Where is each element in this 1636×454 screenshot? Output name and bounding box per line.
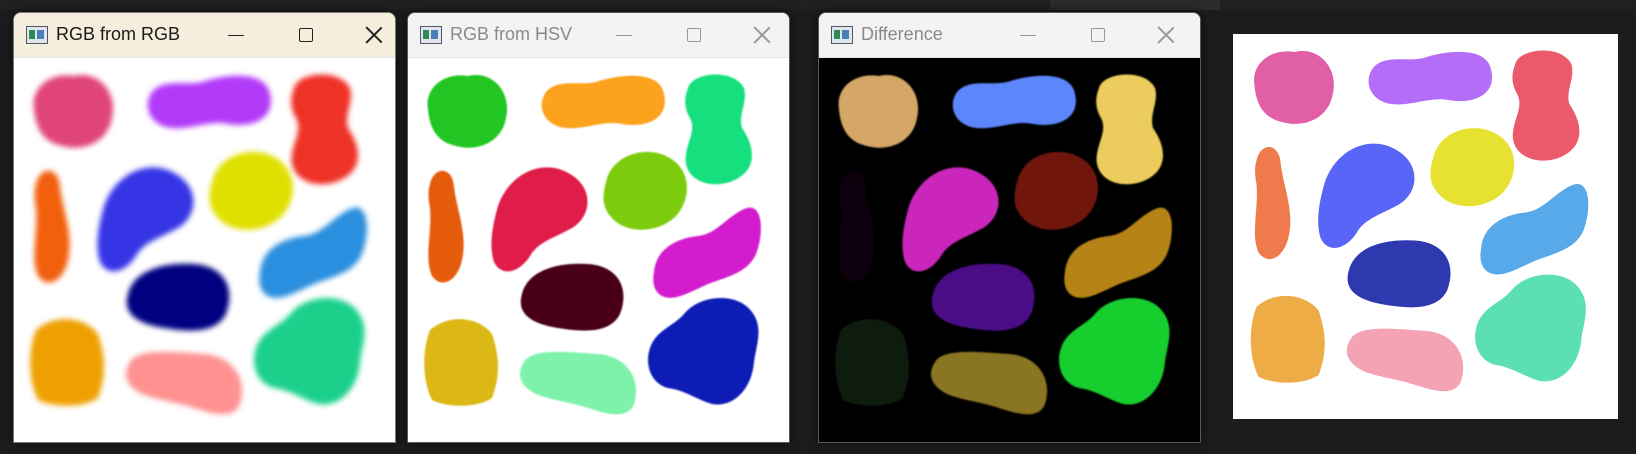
- close-icon: [365, 26, 383, 44]
- blob-image: [14, 58, 395, 442]
- maximize-icon: [687, 28, 701, 42]
- window-rgb-from-hsv[interactable]: RGB from HSV: [407, 12, 790, 443]
- blob-peanut: [685, 74, 752, 185]
- image-canvas: [819, 58, 1200, 442]
- app-icon: [26, 26, 48, 44]
- image-canvas: [14, 58, 395, 442]
- reference-blob-image: [1234, 34, 1617, 419]
- blob-round: [427, 75, 508, 148]
- title-bar[interactable]: RGB from HSV: [408, 13, 789, 58]
- maximize-icon: [1091, 28, 1105, 42]
- reference-image-panel: [1233, 34, 1618, 419]
- maximize-button[interactable]: [1075, 13, 1121, 57]
- close-button[interactable]: [1143, 13, 1189, 57]
- blob-image: [408, 58, 789, 442]
- window-title: RGB from HSV: [450, 24, 573, 44]
- image-canvas: [408, 58, 789, 442]
- maximize-icon: [299, 28, 313, 42]
- maximize-button[interactable]: [671, 13, 717, 57]
- blob-round: [838, 75, 919, 148]
- minimize-button[interactable]: [213, 13, 259, 57]
- background-document-sliver: [1050, 0, 1220, 10]
- app-icon: [420, 26, 442, 44]
- minimize-icon: [616, 34, 632, 36]
- blob-peanut: [1096, 74, 1163, 185]
- blob-round: [33, 75, 114, 148]
- blob-peanut: [1512, 50, 1580, 161]
- close-button[interactable]: [351, 13, 395, 57]
- minimize-button[interactable]: [601, 13, 647, 57]
- close-icon: [1157, 26, 1175, 44]
- window-difference[interactable]: Difference: [818, 12, 1201, 443]
- close-button[interactable]: [739, 13, 785, 57]
- maximize-button[interactable]: [283, 13, 329, 57]
- minimize-button[interactable]: [1005, 13, 1051, 57]
- blob-round: [1254, 51, 1334, 124]
- window-rgb-from-rgb[interactable]: RGB from RGB: [13, 12, 396, 443]
- blob-squircle: [1250, 295, 1325, 383]
- close-icon: [753, 26, 771, 44]
- blob-squircle: [424, 319, 498, 406]
- title-bar[interactable]: Difference: [819, 13, 1200, 58]
- window-title: RGB from RGB: [56, 24, 181, 44]
- blob-image: [819, 58, 1200, 442]
- blob-squircle: [835, 319, 909, 406]
- background-window-strip: [0, 0, 1636, 10]
- title-bar[interactable]: RGB from RGB: [14, 13, 395, 58]
- blob-squircle: [30, 319, 104, 406]
- window-title: Difference: [861, 24, 943, 44]
- minimize-icon: [1020, 34, 1036, 36]
- app-icon: [831, 26, 853, 44]
- minimize-icon: [228, 34, 244, 36]
- blob-peanut: [291, 74, 358, 185]
